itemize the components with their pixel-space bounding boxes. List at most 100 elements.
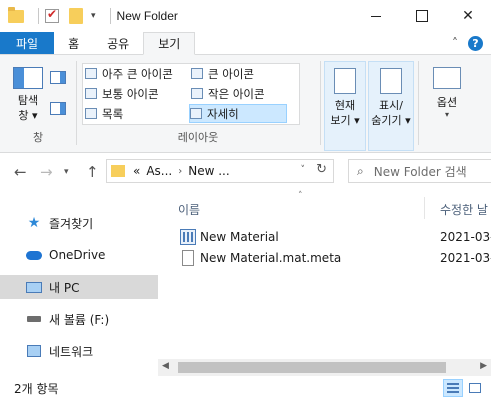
group-label: 창: [32, 131, 44, 144]
options-label: 옵션: [436, 96, 458, 109]
recent-locations-dropdown-icon[interactable]: ▾: [64, 167, 69, 177]
file-date: 2021-03-: [440, 251, 491, 265]
minimize-button[interactable]: [353, 0, 399, 32]
navigation-pane-button[interactable]: 탐색 창 ▾: [10, 63, 46, 129]
show-hide-icon: [380, 68, 402, 94]
layout-list[interactable]: 목록: [85, 104, 123, 123]
navigation-pane: ★ 즐겨찾기 OneDrive 내 PC 새 볼륨 (F:) 네트워크: [0, 191, 158, 372]
item-count: 2개 항목: [14, 381, 59, 396]
navigation-pane-label: 창 ▾: [18, 109, 38, 122]
scroll-right-icon[interactable]: ▶: [480, 361, 487, 371]
forward-button[interactable]: →: [40, 163, 53, 181]
details-pane-icon[interactable]: [50, 102, 66, 115]
breadcrumb-overflow[interactable]: «: [133, 164, 140, 178]
breadcrumb[interactable]: As...: [146, 164, 172, 178]
nav-item-drive-f[interactable]: 새 볼륨 (F:): [0, 307, 158, 331]
horizontal-scrollbar[interactable]: ◀ ▶: [158, 359, 491, 376]
document-icon: [182, 250, 194, 266]
file-name: New Material.mat.meta: [200, 251, 342, 265]
ribbon: 탐색 창 ▾ 창 아주 큰 아이콘 큰 아이콘 보통 아이콘 작은 아이콘 목록…: [0, 55, 491, 153]
column-header-name[interactable]: 이름: [178, 201, 200, 218]
title-bar: ▾ New Folder ✕: [0, 0, 491, 32]
details-view-icon: [447, 383, 459, 393]
details-view-button[interactable]: [443, 379, 463, 397]
layout-label: 아주 큰 아이콘: [102, 66, 173, 81]
nav-item-label: 즐겨찾기: [49, 216, 94, 231]
address-bar[interactable]: « As... › New ... ˅ ↻: [106, 159, 334, 183]
search-placeholder: New Folder 검색: [373, 164, 467, 179]
folder-icon: [8, 6, 24, 23]
nav-item-onedrive[interactable]: OneDrive: [0, 243, 158, 267]
current-view-label: 현재: [334, 99, 356, 112]
sort-ascending-icon: ˄: [298, 191, 303, 201]
file-date: 2021-03-: [440, 230, 491, 244]
medium-icons-icon: [85, 88, 97, 99]
back-button[interactable]: ←: [14, 163, 27, 181]
scroll-left-icon[interactable]: ◀: [162, 361, 169, 371]
nav-item-label: OneDrive: [49, 248, 106, 262]
file-list: ˄ 이름 수정한 날 New Material 2021-03- New Mat…: [158, 191, 491, 359]
layout-large-icons[interactable]: 큰 아이콘: [191, 64, 254, 83]
layout-medium-icons[interactable]: 보통 아이콘: [85, 84, 159, 103]
cloud-icon: [26, 248, 42, 262]
tab-home[interactable]: 홈: [54, 32, 93, 54]
divider: [109, 8, 111, 24]
table-row[interactable]: New Material.mat.meta 2021-03-: [158, 248, 491, 268]
scrollbar-thumb[interactable]: [178, 362, 446, 373]
chevron-down-icon: ▾: [444, 110, 449, 119]
refresh-icon[interactable]: ↻: [316, 162, 327, 177]
preview-pane-icon[interactable]: [50, 71, 66, 84]
layout-label: 자세히: [207, 106, 239, 121]
layout-details[interactable]: 자세히: [189, 104, 287, 123]
layout-label: 작은 아이콘: [208, 86, 265, 101]
pc-icon: [26, 280, 42, 294]
properties-check-icon[interactable]: [45, 7, 59, 23]
table-row[interactable]: New Material 2021-03-: [158, 227, 491, 247]
chevron-right-icon[interactable]: ›: [178, 166, 182, 177]
close-button[interactable]: ✕: [445, 0, 491, 32]
layout-small-icons[interactable]: 작은 아이콘: [191, 84, 265, 103]
show-hide-label: 표시/: [379, 99, 403, 112]
tab-file[interactable]: 파일: [0, 32, 55, 54]
column-header-modified[interactable]: 수정한 날: [440, 201, 488, 218]
window-group: 탐색 창 ▾ 창: [6, 61, 70, 147]
details-icon: [190, 108, 202, 119]
quick-access-toolbar: ▾: [0, 6, 117, 24]
navigation-pane-label: 탐색: [17, 94, 39, 107]
file-name: New Material: [200, 230, 279, 244]
show-hide-button[interactable]: 표시/ 숨기기 ▾: [368, 61, 414, 151]
maximize-button[interactable]: [399, 0, 445, 32]
nav-item-network[interactable]: 네트워크: [0, 339, 158, 363]
search-input[interactable]: ⌕ New Folder 검색: [348, 159, 491, 183]
star-icon: ★: [27, 215, 41, 231]
search-icon: ⌕: [357, 163, 364, 178]
layout-label: 큰 아이콘: [208, 66, 254, 81]
divider: [38, 8, 39, 24]
layout-extra-large-icons[interactable]: 아주 큰 아이콘: [85, 64, 173, 83]
breadcrumb[interactable]: New ...: [188, 164, 229, 178]
layout-label: 목록: [102, 106, 124, 121]
customize-dropdown-icon[interactable]: ▾: [91, 11, 96, 21]
current-view-button[interactable]: 현재 보기 ▾: [324, 61, 366, 151]
tab-share[interactable]: 공유: [93, 32, 143, 54]
column-divider[interactable]: [424, 197, 425, 219]
drive-icon: [26, 312, 42, 326]
group-label: 레이아웃: [177, 131, 219, 144]
ribbon-tabs: 파일 홈 공유 보기 ˄ ?: [0, 32, 491, 55]
divider: [76, 61, 77, 145]
address-dropdown-icon[interactable]: ˅: [301, 165, 306, 175]
large-icons-view-icon: [469, 383, 481, 393]
options-button[interactable]: 옵션 ▾: [422, 61, 472, 147]
nav-item-quick-access[interactable]: ★ 즐겨찾기: [0, 211, 158, 235]
nav-item-this-pc[interactable]: 내 PC: [0, 275, 158, 299]
options-icon: [433, 67, 461, 89]
up-button[interactable]: ↑: [86, 163, 99, 181]
tab-view[interactable]: 보기: [143, 32, 196, 55]
status-bar: 2개 항목: [0, 376, 491, 400]
help-icon[interactable]: ?: [468, 35, 483, 51]
chevron-up-icon[interactable]: ˄: [452, 36, 458, 50]
small-icons-icon: [191, 88, 203, 99]
large-icons-view-button[interactable]: [465, 379, 485, 397]
nav-item-label: 네트워크: [49, 344, 94, 359]
new-folder-icon[interactable]: [69, 8, 83, 24]
